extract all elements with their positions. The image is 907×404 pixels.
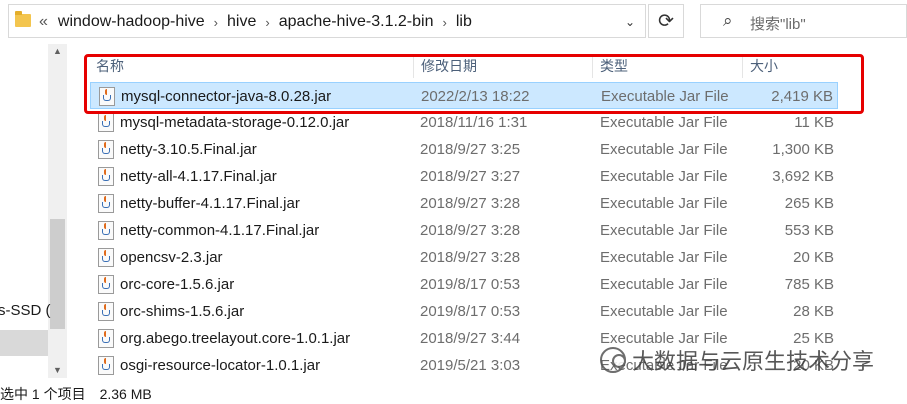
file-modified-date: 2019/8/17 0:53 [420, 276, 521, 293]
wechat-logo-icon [600, 347, 626, 373]
file-modified-date: 2018/9/27 3:25 [420, 141, 521, 158]
search-icon: ⌕ [723, 11, 733, 30]
breadcrumb-separator-icon[interactable]: › [265, 15, 269, 30]
watermark-text: 大数据与云原生技术分享 [632, 349, 875, 374]
file-size: 785 KB [784, 276, 834, 293]
navigation-scrollbar[interactable]: ▲ ▼ [48, 44, 67, 378]
refresh-button[interactable]: ⟳ [648, 4, 684, 38]
file-row[interactable]: opencsv-2.3.jar 2018/9/27 3:28 Executable … [90, 244, 838, 271]
file-row[interactable]: netty-all-4.1.17.Final.jar 2018/9/27 3:27… [90, 163, 838, 190]
scrollbar-thumb[interactable] [50, 219, 65, 329]
jar-file-icon [98, 356, 114, 375]
breadcrumb-item-apache-hive[interactable]: apache-hive-3.1.2-bin [279, 13, 434, 31]
file-size: 265 KB [784, 195, 834, 212]
file-row[interactable]: netty-common-4.1.17.Final.jar 2018/9/27 3… [90, 217, 838, 244]
breadcrumb: « window-hadoop-hive › hive › apache-hiv… [39, 5, 472, 39]
file-type: Executable Jar File [600, 141, 728, 158]
file-modified-date: 2019/8/17 0:53 [420, 303, 521, 320]
file-size: 20 KB [793, 249, 834, 266]
file-name: orc-core-1.5.6.jar [120, 276, 235, 293]
address-bar[interactable]: « window-hadoop-hive › hive › apache-hiv… [8, 4, 646, 38]
file-name: orc-shims-1.5.6.jar [120, 303, 245, 320]
file-type: Executable Jar File [600, 303, 728, 320]
jar-file-icon [98, 275, 114, 294]
file-type: Executable Jar File [600, 195, 728, 212]
jar-file-icon [98, 140, 114, 159]
status-selection-size: 2.36 MB [99, 386, 152, 402]
file-type: Executable Jar File [600, 168, 728, 185]
file-row[interactable]: netty-3.10.5.Final.jar 2018/9/27 3:25 Exec… [90, 136, 838, 163]
nav-item-drive[interactable]: s-SSD ( [0, 302, 51, 319]
status-selection-count: 选中 1 个项目 [0, 386, 86, 402]
jar-file-icon [98, 113, 114, 132]
file-type: Executable Jar File [600, 249, 728, 266]
nav-item-selected[interactable] [0, 330, 48, 356]
scroll-up-icon[interactable]: ▲ [53, 46, 62, 56]
file-modified-date: 2018/9/27 3:28 [420, 249, 521, 266]
refresh-icon: ⟳ [658, 10, 674, 32]
file-name: org.abego.treelayout.core-1.0.1.jar [120, 330, 351, 347]
address-dropdown-icon[interactable]: ⌄ [625, 15, 635, 29]
file-modified-date: 2018/9/27 3:44 [420, 330, 521, 347]
breadcrumb-item-hive[interactable]: hive [227, 13, 256, 31]
breadcrumb-separator-icon[interactable]: › [214, 15, 218, 30]
folder-icon [15, 11, 31, 27]
jar-file-icon [98, 329, 114, 348]
file-row[interactable]: netty-buffer-4.1.17.Final.jar 2018/9/27 3… [90, 190, 838, 217]
file-row[interactable]: orc-shims-1.5.6.jar 2019/8/17 0:53 Executa… [90, 298, 838, 325]
breadcrumb-separator-icon[interactable]: › [442, 15, 446, 30]
jar-file-icon [98, 221, 114, 240]
file-size: 553 KB [784, 222, 834, 239]
breadcrumb-item-window-hadoop-hive[interactable]: window-hadoop-hive [58, 13, 205, 31]
search-box[interactable]: ⌕ 搜索"lib" [700, 4, 907, 38]
jar-file-icon [98, 248, 114, 267]
file-name: netty-all-4.1.17.Final.jar [120, 168, 277, 185]
search-placeholder[interactable]: 搜索"lib" [750, 13, 806, 34]
file-name: osgi-resource-locator-1.0.1.jar [120, 357, 321, 374]
file-name: netty-3.10.5.Final.jar [120, 141, 257, 158]
file-name: netty-buffer-4.1.17.Final.jar [120, 195, 300, 212]
file-size: 1,300 KB [772, 141, 834, 158]
file-type: Executable Jar File [600, 222, 728, 239]
highlight-annotation [84, 54, 864, 114]
watermark: 大数据与云原生技术分享 [600, 344, 874, 376]
file-modified-date: 2018/9/27 3:27 [420, 168, 521, 185]
file-modified-date: 2018/9/27 3:28 [420, 195, 521, 212]
file-name: netty-common-4.1.17.Final.jar [120, 222, 320, 239]
jar-file-icon [98, 302, 114, 321]
file-size: 28 KB [793, 303, 834, 320]
file-type: Executable Jar File [600, 276, 728, 293]
file-name: opencsv-2.3.jar [120, 249, 223, 266]
scroll-down-icon[interactable]: ▼ [53, 365, 62, 375]
file-modified-date: 2019/5/21 3:03 [420, 357, 521, 374]
breadcrumb-item-lib[interactable]: lib [456, 13, 472, 31]
jar-file-icon [98, 167, 114, 186]
jar-file-icon [98, 194, 114, 213]
file-size: 3,692 KB [772, 168, 834, 185]
status-bar: 选中 1 个项目 2.36 MB [0, 384, 152, 404]
file-modified-date: 2018/9/27 3:28 [420, 222, 521, 239]
breadcrumb-overflow-button[interactable]: « [39, 13, 48, 31]
file-row[interactable]: orc-core-1.5.6.jar 2019/8/17 0:53 Executab… [90, 271, 838, 298]
